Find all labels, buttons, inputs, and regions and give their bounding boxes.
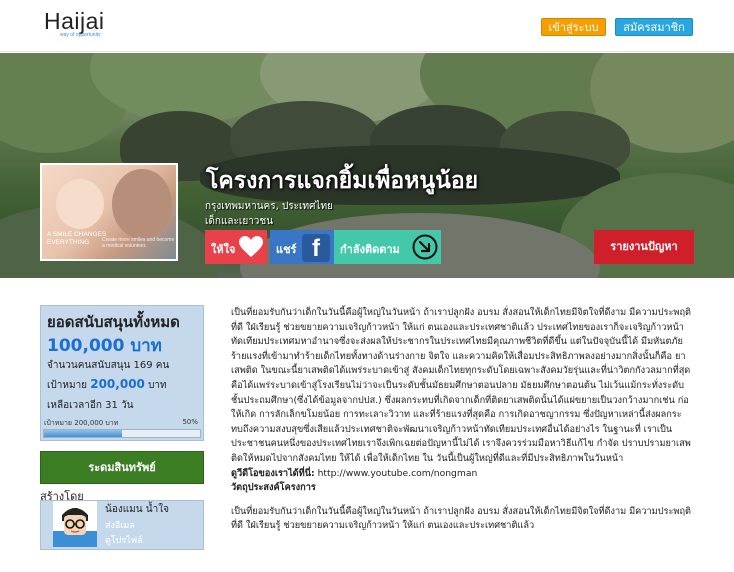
objective-heading: วัตถุประสงค์โครงการ [231, 482, 316, 494]
funding-amount: 100,000 บาท [47, 336, 162, 356]
follow-label: กำลังติดตาม [340, 243, 400, 256]
share-label: แชร์ [276, 243, 297, 256]
share-button[interactable]: แชร์ f [270, 230, 334, 264]
heart-icon [239, 236, 263, 257]
project-description: เป็นที่ยอมรับกันว่าเด็กในวันนี้คือผู้ใหญ… [231, 306, 693, 534]
funding-progress-bar [43, 429, 201, 438]
follow-button[interactable]: กำลังติดตาม [334, 230, 441, 264]
project-title: โครงการแจกยิ้มเพื่อหนูน้อย [206, 168, 479, 194]
goal-value: 200,000 [90, 377, 145, 391]
avatar[interactable] [53, 501, 97, 547]
send-email-link[interactable]: ส่งอีเมล [105, 518, 135, 532]
arrow-down-right-icon [412, 234, 438, 260]
promo-subtext: Create more smiles and become a medical … [102, 237, 175, 249]
give-button[interactable]: ให้ใจ [205, 230, 267, 264]
register-button[interactable]: สมัครสมาชิก [615, 18, 693, 36]
video-label: ดูวีดีโอของเราได้ที่นี่: [231, 467, 315, 479]
header: Haijai way of opportunity เข้าสู่ระบบ สม… [0, 0, 734, 52]
project-category[interactable]: เด็กและเยาวชน [205, 214, 273, 229]
creator-name[interactable]: น้องแมน น้ำใจ [105, 502, 169, 517]
goal-unit: บาท [148, 380, 167, 391]
video-line: ดูวีดีโอของเราได้ที่นี่: http://www.yout… [231, 467, 693, 482]
funding-title: ยอดสนับสนุนทั้งหมด [47, 313, 180, 331]
progress-bar-fill [44, 430, 122, 437]
progress-bar-label: เป้าหมาย 200,000 บาท [44, 419, 119, 427]
logo-tagline: way of opportunity [60, 32, 101, 38]
report-problem-button[interactable]: รายงานปัญหา [594, 230, 694, 264]
facebook-icon: f [302, 234, 330, 262]
description-paragraph: เป็นที่ยอมรับกันว่าเด็กในวันนี้คือผู้ใหญ… [231, 307, 691, 464]
objective-paragraph: เป็นที่ยอมรับกันว่าเด็กในวันนี้คือผู้ใหญ… [231, 505, 691, 532]
days-remaining: เหลือเวลาอีก 31 วัน [47, 400, 134, 411]
promo-image: A SMILE CHANGES EVERYTHING Create more s… [40, 163, 178, 261]
project-location[interactable]: กรุงเทพมหานคร, ประเทศไทย [205, 199, 333, 214]
funding-summary: ยอดสนับสนุนทั้งหมด 100,000 บาท จำนวนคนสน… [40, 305, 204, 441]
supporter-count: จำนวนคนสนับสนุน 169 คน [47, 360, 170, 371]
goal-prefix: เป้าหมาย [47, 380, 88, 391]
view-profile-link[interactable]: ดูโปรไฟล์ [105, 533, 143, 547]
creator-card: น้องแมน น้ำใจ ส่งอีเมล ดูโปรไฟล์ [40, 500, 204, 550]
hero-banner: A SMILE CHANGES EVERYTHING Create more s… [0, 53, 734, 278]
funding-goal: เป้าหมาย 200,000 บาท [47, 377, 167, 393]
logo-text: Haijai [44, 8, 105, 34]
login-button[interactable]: เข้าสู่ระบบ [541, 18, 606, 36]
logo[interactable]: Haijai way of opportunity [44, 8, 105, 38]
progress-percent: 50% [182, 418, 198, 426]
give-label: ให้ใจ [211, 243, 236, 256]
video-link[interactable]: http://www.youtube.com/nongman [318, 468, 478, 479]
asset-fundraising-button[interactable]: ระดมสินทรัพย์ [40, 451, 204, 484]
